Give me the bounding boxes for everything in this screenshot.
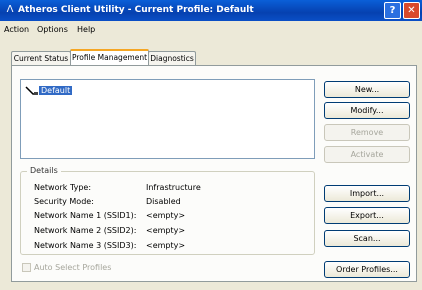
new-button[interactable]: New... <box>324 81 410 98</box>
profile-name: Default <box>39 86 73 95</box>
main-window: Λ Atheros Client Utility - Current Profi… <box>0 0 422 290</box>
security-mode-label: Security Mode: <box>34 197 94 206</box>
scan-button[interactable]: Scan... <box>324 230 410 247</box>
security-mode-value: Disabled <box>146 197 181 206</box>
window-title: Atheros Client Utility - Current Profile… <box>18 5 254 15</box>
ssid1-value: <empty> <box>146 211 186 220</box>
modify-button[interactable]: Modify... <box>324 102 410 119</box>
ssid2-value: <empty> <box>146 226 186 235</box>
details-legend: Details <box>27 165 61 177</box>
network-profile-icon <box>25 86 39 96</box>
export-button[interactable]: Export... <box>324 207 410 224</box>
menu-action[interactable]: Action <box>4 24 29 36</box>
ssid3-value: <empty> <box>146 241 186 250</box>
menu-bar: Action Options Help <box>0 23 422 37</box>
antenna-icon: Λ <box>6 4 14 15</box>
close-button[interactable]: ✕ <box>403 2 420 19</box>
network-type-value: Infrastructure <box>146 183 201 192</box>
help-button[interactable]: ? <box>384 2 401 19</box>
auto-select-profiles-label: Auto Select Profiles <box>34 263 112 272</box>
profile-list[interactable]: Default <box>20 79 315 159</box>
network-type-label: Network Type: <box>34 183 92 192</box>
menu-options[interactable]: Options <box>37 24 68 36</box>
ssid3-label: Network Name 3 (SSID3): <box>34 241 137 250</box>
ssid2-label: Network Name 2 (SSID2): <box>34 226 137 235</box>
order-profiles-button[interactable]: Order Profiles... <box>324 261 410 278</box>
profile-list-item[interactable]: Default <box>25 85 73 97</box>
tab-current-status[interactable]: Current Status <box>11 51 71 65</box>
import-button[interactable]: Import... <box>324 185 410 202</box>
tab-diagnostics[interactable]: Diagnostics <box>148 51 196 65</box>
activate-button[interactable]: Activate <box>324 146 410 163</box>
ssid1-label: Network Name 1 (SSID1): <box>34 211 137 220</box>
menu-help[interactable]: Help <box>77 24 95 36</box>
title-bar[interactable]: Λ Atheros Client Utility - Current Profi… <box>0 0 422 21</box>
tab-profile-management[interactable]: Profile Management <box>70 49 149 65</box>
remove-button[interactable]: Remove <box>324 124 410 141</box>
auto-select-profiles-checkbox[interactable] <box>22 263 31 272</box>
